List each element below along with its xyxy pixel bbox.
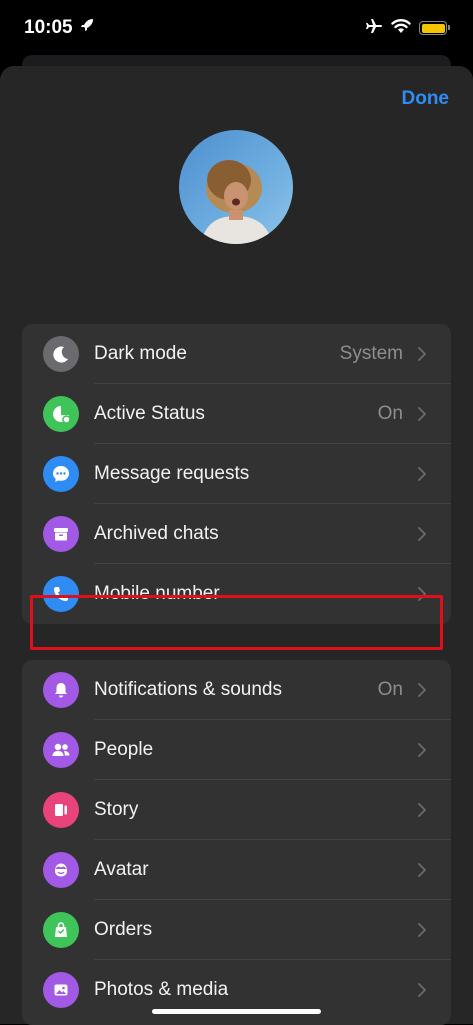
chevron-right-icon — [417, 586, 427, 602]
chevron-right-icon — [417, 802, 427, 818]
chat-bubble-icon — [43, 456, 79, 492]
chevron-right-icon — [417, 406, 427, 422]
airplane-icon — [365, 17, 383, 40]
settings-row-label: Dark mode — [94, 343, 187, 364]
chevron-right-icon — [417, 742, 427, 758]
rocket-icon — [79, 17, 95, 39]
status-time: 10:05 — [24, 17, 73, 38]
chevron-right-icon — [417, 922, 427, 938]
chevron-right-icon — [417, 982, 427, 998]
settings-row-value: On — [377, 679, 403, 700]
moon-icon — [43, 336, 79, 372]
people-icon — [43, 732, 79, 768]
settings-row-label: Archived chats — [94, 523, 219, 544]
status-bar: 10:05 — [0, 0, 473, 56]
settings-row-dark-mode[interactable]: Dark mode System — [22, 324, 451, 384]
settings-row-message-requests[interactable]: Message requests — [22, 444, 451, 504]
settings-row-label: Photos & media — [94, 979, 229, 1000]
photo-icon — [43, 972, 79, 1008]
settings-row-label: Notifications & sounds — [94, 679, 282, 700]
settings-row-label: Message requests — [94, 463, 250, 484]
settings-group-preferences: Notifications & sounds On People Story Avata… — [22, 660, 451, 1025]
status-icons — [365, 17, 450, 40]
chevron-right-icon — [417, 682, 427, 698]
settings-row-notifications-and-sounds[interactable]: Notifications & sounds On — [22, 660, 451, 720]
settings-row-label: People — [94, 739, 154, 760]
settings-row-label: Active Status — [94, 403, 205, 424]
chevron-right-icon — [417, 526, 427, 542]
home-indicator — [152, 1009, 321, 1014]
done-button[interactable]: Done — [402, 88, 450, 110]
shopping-bag-icon — [43, 912, 79, 948]
settings-sheet: Done Dark mode System Active Status On Messa… — [0, 66, 473, 1025]
active-status-icon — [43, 396, 79, 432]
avatar-face-icon — [43, 852, 79, 888]
archive-icon — [43, 516, 79, 552]
status-time-group: 10:05 — [24, 17, 95, 39]
settings-row-label: Avatar — [94, 859, 149, 880]
settings-row-label: Orders — [94, 919, 153, 940]
settings-row-value: On — [377, 403, 403, 424]
settings-row-active-status[interactable]: Active Status On — [22, 384, 451, 444]
settings-row-label: Mobile number — [94, 583, 220, 604]
chevron-right-icon — [417, 862, 427, 878]
story-icon — [43, 792, 79, 828]
phone-icon — [43, 576, 79, 612]
settings-group-account: Dark mode System Active Status On Message re… — [22, 324, 451, 624]
bell-icon — [43, 672, 79, 708]
profile-avatar[interactable] — [179, 130, 293, 244]
settings-row-orders[interactable]: Orders — [22, 900, 451, 960]
settings-row-avatar[interactable]: Avatar — [22, 840, 451, 900]
settings-row-label: Story — [94, 799, 139, 820]
wifi-icon — [391, 18, 411, 39]
settings-row-value: System — [339, 343, 403, 364]
chevron-right-icon — [417, 346, 427, 362]
settings-row-archived-chats[interactable]: Archived chats — [22, 504, 451, 564]
settings-row-mobile-number[interactable]: Mobile number — [22, 564, 451, 624]
settings-row-people[interactable]: People — [22, 720, 451, 780]
battery-icon — [419, 21, 450, 35]
settings-row-story[interactable]: Story — [22, 780, 451, 840]
chevron-right-icon — [417, 466, 427, 482]
